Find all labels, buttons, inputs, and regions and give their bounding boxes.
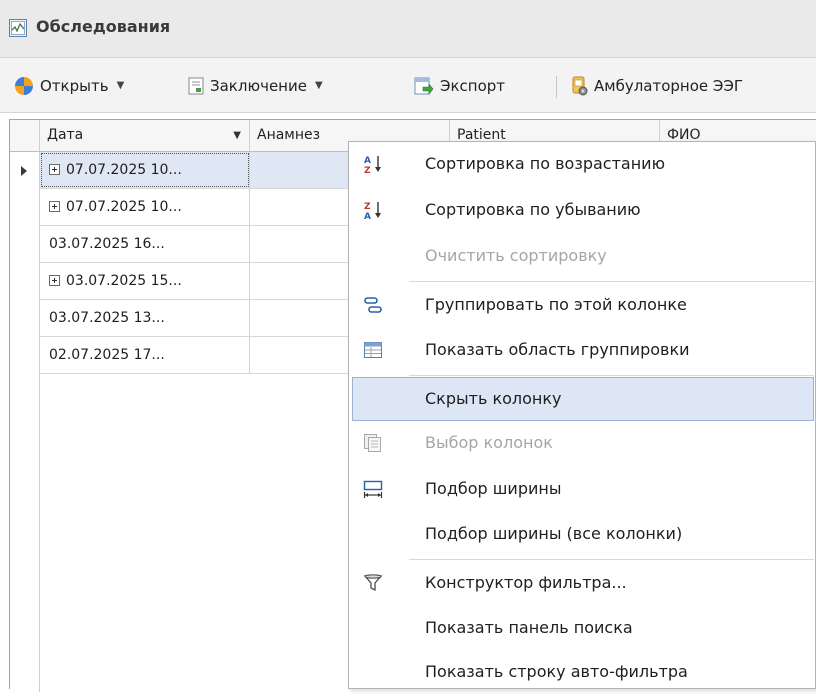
group-panel-icon	[364, 342, 382, 358]
date-cell[interactable]: 03.07.2025 13...	[40, 300, 250, 336]
toolbar: Открыть ▼ Заключение ▼ Экспорт Амбулатор…	[0, 58, 816, 113]
svg-text:A: A	[364, 212, 371, 220]
svg-text:A: A	[364, 156, 371, 166]
menu-item-show-find-panel-label: Показать панель поиска	[425, 618, 633, 637]
menu-separator	[409, 559, 814, 560]
examination-window-icon	[9, 19, 27, 37]
date-cell-text: 07.07.2025 10...	[66, 162, 182, 178]
export-button[interactable]: Экспорт	[414, 58, 505, 113]
menu-separator	[409, 375, 814, 376]
menu-item-group-by-column-label: Группировать по этой колонке	[425, 295, 687, 314]
toolbar-separator	[556, 76, 557, 98]
menu-separator	[409, 281, 814, 282]
menu-item-show-group-panel-label: Показать область группировки	[425, 340, 690, 359]
sort-descending-icon: Z A	[364, 202, 381, 220]
column-context-menu: A Z Сортировка по возрастанию Z A Сортир…	[348, 141, 816, 689]
menu-item-best-fit-label: Подбор ширины	[425, 479, 562, 498]
date-cell-text: 03.07.2025 13...	[49, 310, 165, 326]
date-cell[interactable]: 07.07.2025 10...	[40, 152, 250, 188]
date-cell[interactable]: 02.07.2025 17...	[40, 337, 250, 373]
expand-row-icon[interactable]	[49, 275, 60, 286]
menu-item-column-chooser: Выбор колонок	[352, 421, 814, 465]
menu-item-sort-ascending[interactable]: A Z Сортировка по возрастанию	[352, 142, 814, 186]
menu-item-clear-sorting-label: Очистить сортировку	[425, 246, 607, 265]
menu-item-hide-column-label: Скрыть колонку	[425, 389, 562, 408]
menu-item-clear-sorting: Очистить сортировку	[352, 234, 814, 278]
date-cell-text: 07.07.2025 10...	[66, 199, 182, 215]
open-button[interactable]: Открыть ▼	[14, 58, 124, 113]
date-cell-text: 03.07.2025 16...	[49, 236, 165, 252]
menu-item-show-group-panel[interactable]: Показать область группировки	[352, 328, 814, 372]
open-dropdown-icon[interactable]: ▼	[117, 80, 125, 91]
export-button-label: Экспорт	[440, 76, 506, 95]
column-header-date-label: Дата	[47, 127, 84, 143]
expand-row-icon[interactable]	[49, 201, 60, 212]
menu-item-sort-descending[interactable]: Z A Сортировка по убыванию	[352, 188, 814, 232]
open-icon	[15, 76, 33, 95]
ambulatory-eeg-icon	[572, 76, 588, 95]
conclusion-button[interactable]: Заключение ▼	[188, 58, 323, 113]
menu-item-hide-column[interactable]: Скрыть колонку	[352, 377, 814, 421]
column-chooser-icon	[364, 434, 381, 452]
menu-item-best-fit-all-label: Подбор ширины (все колонки)	[425, 524, 683, 543]
date-cell-text: 02.07.2025 17...	[49, 347, 165, 363]
best-fit-icon	[363, 480, 383, 498]
menu-item-column-chooser-label: Выбор колонок	[425, 433, 553, 452]
column-header-anamnesis-label: Анамнез	[257, 127, 321, 143]
menu-item-sort-descending-label: Сортировка по убыванию	[425, 200, 641, 219]
group-by-icon	[364, 297, 382, 313]
conclusion-dropdown-icon[interactable]: ▼	[315, 80, 323, 91]
panel-title-bar: Обследования	[0, 0, 816, 58]
menu-item-sort-ascending-label: Сортировка по возрастанию	[425, 154, 666, 173]
menu-item-show-auto-filter-row-label: Показать строку авто-фильтра	[425, 662, 688, 681]
sort-ascending-icon: A Z	[364, 156, 381, 174]
conclusion-button-label: Заключение	[210, 76, 307, 95]
date-cell[interactable]: 03.07.2025 16...	[40, 226, 250, 262]
menu-item-best-fit[interactable]: Подбор ширины	[352, 467, 814, 511]
menu-item-group-by-column[interactable]: Группировать по этой колонке	[352, 283, 814, 327]
filter-dropdown-icon[interactable]: ▼	[233, 120, 241, 151]
svg-text:Z: Z	[364, 166, 371, 174]
date-cell-text: 03.07.2025 15...	[66, 273, 182, 289]
panel-title: Обследования	[36, 17, 171, 36]
menu-item-best-fit-all[interactable]: Подбор ширины (все колонки)	[352, 512, 814, 556]
ambulatory-eeg-button-label: Амбулаторное ЭЭГ	[594, 76, 743, 95]
current-row-indicator-icon	[21, 166, 27, 176]
expand-row-icon[interactable]	[49, 164, 60, 175]
svg-text:Z: Z	[364, 202, 371, 212]
menu-item-show-auto-filter-row[interactable]: Показать строку авто-фильтра	[352, 650, 814, 694]
menu-item-filter-editor[interactable]: Конструктор фильтра...	[352, 561, 814, 605]
column-header-date[interactable]: Дата ▼	[40, 120, 250, 151]
menu-item-filter-editor-label: Конструктор фильтра...	[425, 573, 627, 592]
date-cell[interactable]: 03.07.2025 15...	[40, 263, 250, 299]
menu-item-show-find-panel[interactable]: Показать панель поиска	[352, 606, 814, 650]
ambulatory-eeg-button[interactable]: Амбулаторное ЭЭГ	[570, 58, 743, 113]
document-icon	[188, 77, 204, 94]
filter-icon	[363, 574, 383, 592]
row-indicator-header	[10, 120, 40, 151]
row-indicator-column	[10, 152, 40, 692]
export-icon	[414, 77, 434, 95]
date-cell[interactable]: 07.07.2025 10...	[40, 189, 250, 225]
open-button-label: Открыть	[40, 76, 109, 95]
